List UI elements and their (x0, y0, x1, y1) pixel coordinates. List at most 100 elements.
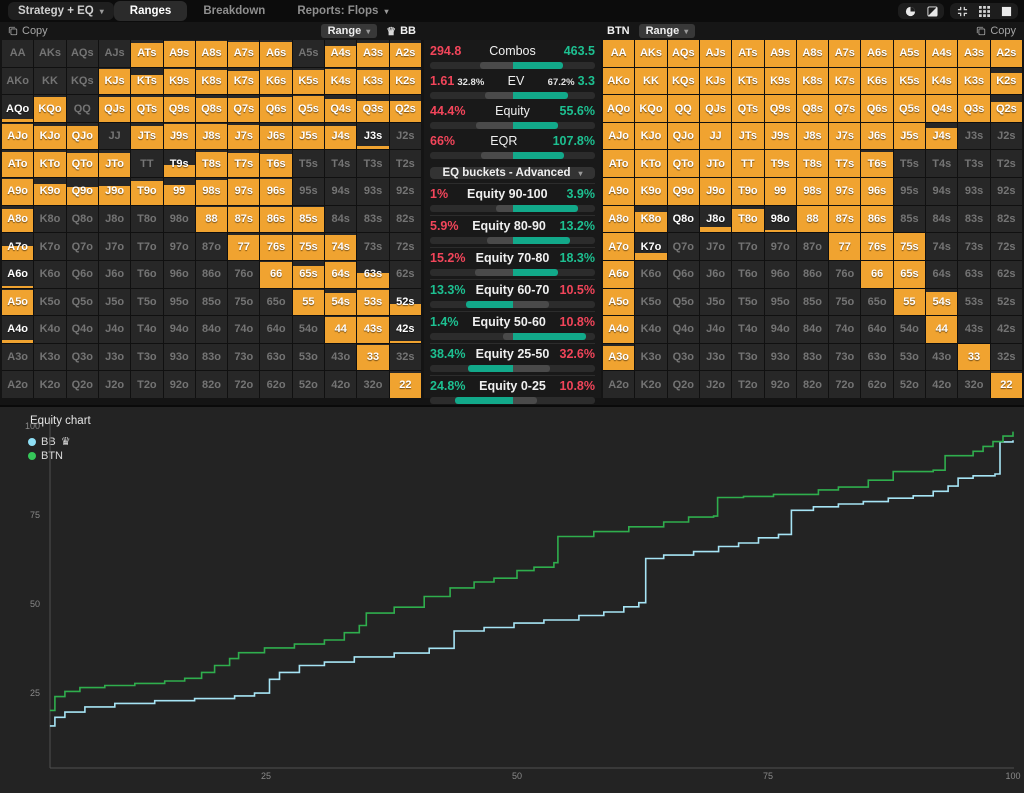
hand-cell-J3o[interactable]: J3o (700, 344, 731, 371)
hand-cell-J6o[interactable]: J6o (700, 261, 731, 288)
hand-cell-Q4o[interactable]: Q4o (668, 316, 699, 343)
hand-cell-T2s[interactable]: T2s (991, 150, 1022, 177)
hand-cell-64s[interactable]: 64s (325, 261, 356, 288)
hand-cell-T3s[interactable]: T3s (958, 150, 989, 177)
hand-cell-72o[interactable]: 72o (228, 371, 259, 398)
hand-cell-Q3o[interactable]: Q3o (67, 344, 98, 371)
hand-cell-K5o[interactable]: K5o (635, 289, 666, 316)
hand-cell-Q2o[interactable]: Q2o (67, 371, 98, 398)
hand-cell-82o[interactable]: 82o (797, 371, 828, 398)
hand-cell-K9o[interactable]: K9o (635, 178, 666, 205)
hand-cell-77[interactable]: 77 (228, 233, 259, 260)
hand-cell-T8o[interactable]: T8o (732, 206, 763, 233)
hand-cell-55[interactable]: 55 (894, 289, 925, 316)
grid-view-icon[interactable] (978, 5, 990, 17)
hand-cell-94o[interactable]: 94o (765, 316, 796, 343)
hand-cell-93s[interactable]: 93s (958, 178, 989, 205)
hand-cell-22[interactable]: 22 (390, 371, 421, 398)
hand-cell-96s[interactable]: 96s (260, 178, 291, 205)
hand-cell-T4s[interactable]: T4s (926, 150, 957, 177)
hand-cell-K8s[interactable]: K8s (196, 68, 227, 95)
hand-cell-Q2o[interactable]: Q2o (668, 371, 699, 398)
hand-cell-K6s[interactable]: K6s (260, 68, 291, 95)
hand-cell-A8s[interactable]: A8s (196, 40, 227, 67)
hand-cell-32o[interactable]: 32o (958, 371, 989, 398)
hand-cell-K8o[interactable]: K8o (635, 206, 666, 233)
hand-cell-T4o[interactable]: T4o (131, 316, 162, 343)
hand-cell-84s[interactable]: 84s (926, 206, 957, 233)
hand-cell-T5s[interactable]: T5s (293, 150, 324, 177)
theme-circle-icon[interactable] (904, 5, 916, 17)
copy-range-btn-button[interactable]: Copy (976, 25, 1016, 37)
hand-cell-72s[interactable]: 72s (390, 233, 421, 260)
hand-cell-76o[interactable]: 76o (829, 261, 860, 288)
hand-cell-54s[interactable]: 54s (926, 289, 957, 316)
hand-cell-97s[interactable]: 97s (829, 178, 860, 205)
hand-cell-K2s[interactable]: K2s (390, 68, 421, 95)
hand-cell-J2s[interactable]: J2s (390, 123, 421, 150)
hand-cell-A9o[interactable]: A9o (2, 178, 33, 205)
hand-cell-A7s[interactable]: A7s (228, 40, 259, 67)
hand-cell-Q4s[interactable]: Q4s (926, 95, 957, 122)
hand-cell-93o[interactable]: 93o (164, 344, 195, 371)
hand-cell-99[interactable]: 99 (765, 178, 796, 205)
hand-cell-98o[interactable]: 98o (164, 206, 195, 233)
hand-cell-A5s[interactable]: A5s (894, 40, 925, 67)
hand-cell-98s[interactable]: 98s (797, 178, 828, 205)
hand-cell-T9o[interactable]: T9o (131, 178, 162, 205)
hand-cell-KTo[interactable]: KTo (635, 150, 666, 177)
hand-cell-88[interactable]: 88 (797, 206, 828, 233)
hand-cell-J6s[interactable]: J6s (260, 123, 291, 150)
hand-cell-J5s[interactable]: J5s (293, 123, 324, 150)
hand-cell-62s[interactable]: 62s (991, 261, 1022, 288)
hand-cell-Q2s[interactable]: Q2s (991, 95, 1022, 122)
bb-range-dropdown[interactable]: Range ▾ (321, 24, 378, 38)
hand-cell-TT[interactable]: TT (732, 150, 763, 177)
hand-cell-A7o[interactable]: A7o (603, 233, 634, 260)
hand-cell-82o[interactable]: 82o (196, 371, 227, 398)
hand-cell-94s[interactable]: 94s (325, 178, 356, 205)
hand-cell-Q6o[interactable]: Q6o (67, 261, 98, 288)
hand-cell-43o[interactable]: 43o (325, 344, 356, 371)
hand-cell-92s[interactable]: 92s (390, 178, 421, 205)
hand-cell-62s[interactable]: 62s (390, 261, 421, 288)
hand-cell-T9s[interactable]: T9s (164, 150, 195, 177)
hand-cell-66[interactable]: 66 (260, 261, 291, 288)
hand-cell-97o[interactable]: 97o (164, 233, 195, 260)
hand-cell-Q4s[interactable]: Q4s (325, 95, 356, 122)
hand-cell-QJo[interactable]: QJo (67, 123, 98, 150)
hand-cell-Q8o[interactable]: Q8o (67, 206, 98, 233)
hand-cell-T9o[interactable]: T9o (732, 178, 763, 205)
hand-cell-75o[interactable]: 75o (228, 289, 259, 316)
hand-cell-A8s[interactable]: A8s (797, 40, 828, 67)
hand-cell-A9s[interactable]: A9s (765, 40, 796, 67)
hand-cell-74s[interactable]: 74s (926, 233, 957, 260)
hand-cell-K5o[interactable]: K5o (34, 289, 65, 316)
hand-cell-52o[interactable]: 52o (894, 371, 925, 398)
hand-cell-64s[interactable]: 64s (926, 261, 957, 288)
hand-cell-Q3s[interactable]: Q3s (357, 95, 388, 122)
hand-cell-Q7o[interactable]: Q7o (668, 233, 699, 260)
hand-cell-KQs[interactable]: KQs (67, 68, 98, 95)
hand-cell-95s[interactable]: 95s (293, 178, 324, 205)
hand-cell-32s[interactable]: 32s (390, 344, 421, 371)
hand-cell-83s[interactable]: 83s (958, 206, 989, 233)
hand-cell-97s[interactable]: 97s (228, 178, 259, 205)
hand-cell-63s[interactable]: 63s (357, 261, 388, 288)
hand-cell-73s[interactable]: 73s (958, 233, 989, 260)
hand-cell-Q8s[interactable]: Q8s (196, 95, 227, 122)
hand-cell-T7s[interactable]: T7s (228, 150, 259, 177)
hand-cell-88[interactable]: 88 (196, 206, 227, 233)
hand-cell-97o[interactable]: 97o (765, 233, 796, 260)
hand-cell-T7o[interactable]: T7o (131, 233, 162, 260)
hand-cell-J8o[interactable]: J8o (700, 206, 731, 233)
hand-cell-43s[interactable]: 43s (357, 316, 388, 343)
hand-cell-92s[interactable]: 92s (991, 178, 1022, 205)
hand-cell-AJo[interactable]: AJo (603, 123, 634, 150)
hand-cell-J5s[interactable]: J5s (894, 123, 925, 150)
hand-cell-T9s[interactable]: T9s (765, 150, 796, 177)
collapse-icon[interactable] (956, 5, 968, 17)
hand-cell-77[interactable]: 77 (829, 233, 860, 260)
hand-cell-J9o[interactable]: J9o (700, 178, 731, 205)
hand-cell-T8o[interactable]: T8o (131, 206, 162, 233)
